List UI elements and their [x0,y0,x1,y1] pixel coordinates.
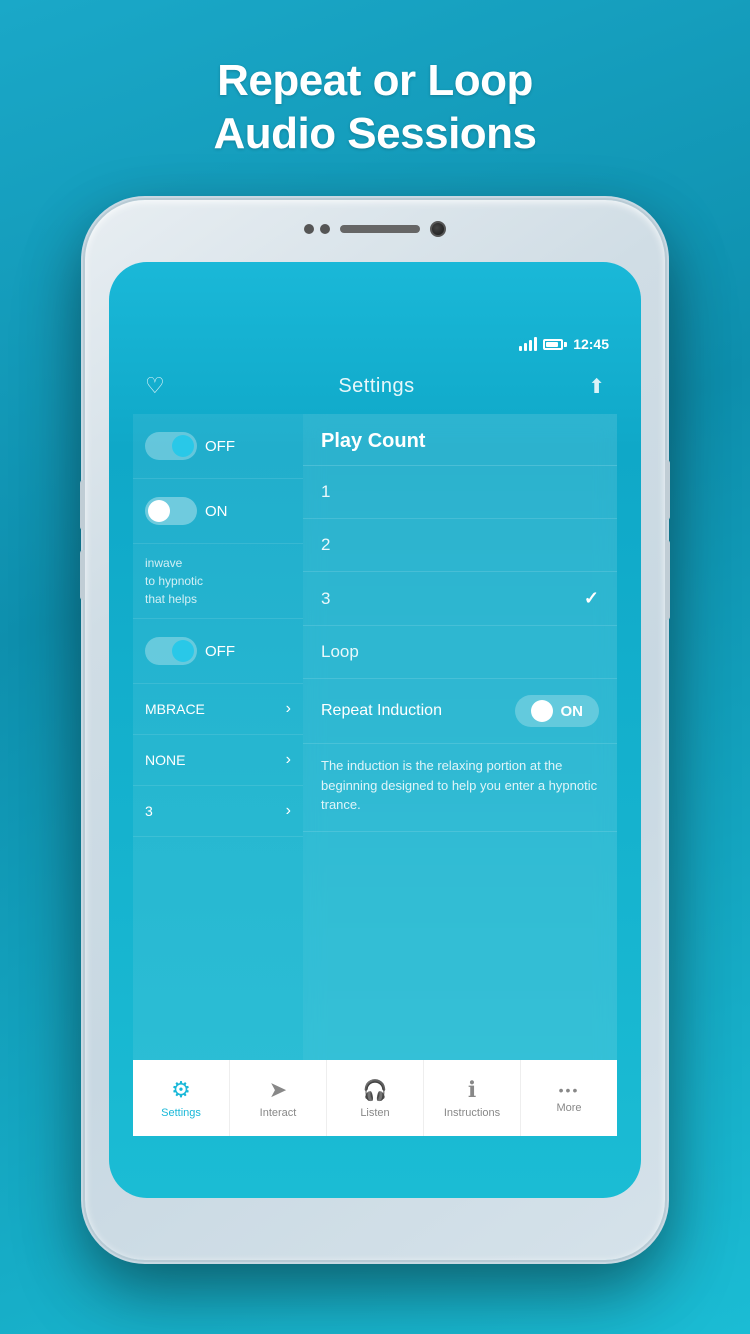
chevron-icon: › [286,802,291,820]
toggle-track-3 [145,637,197,665]
status-bar: 12:45 [133,332,617,356]
play-count-value: 2 [321,535,330,555]
toggle-label-3: OFF [205,643,235,660]
share-icon[interactable]: ⬆ [588,374,605,399]
count-nav[interactable]: 3 › [133,786,303,837]
repeat-induction-label: Repeat Induction [321,702,442,720]
repeat-toggle[interactable]: ON [515,695,600,727]
nav-label-listen: Listen [360,1107,389,1119]
volume-up-button [80,480,85,530]
interact-icon: ➤ [269,1077,287,1103]
description-text: The induction is the relaxing portion at… [321,758,597,812]
loop-value: Loop [321,642,359,662]
page-title: Repeat or Loop Audio Sessions [0,0,750,161]
battery-icon [543,339,567,350]
nav-settings[interactable]: ⚙ Settings [133,1060,230,1136]
nav-label-more: More [556,1102,581,1114]
repeat-induction-row[interactable]: Repeat Induction ON [303,679,617,744]
toggle-track [145,432,197,460]
play-count-item-2[interactable]: 2 [303,519,617,572]
play-count-value: 1 [321,482,330,502]
none-label: NONE [145,752,185,768]
none-nav[interactable]: NONE › [133,735,303,786]
camera-dots [304,224,330,234]
instructions-icon: ℹ [468,1077,476,1103]
toggle-knob-on [531,700,553,722]
on-text: ON [561,703,584,720]
toggle-off-row: OFF [133,414,303,479]
status-time: 12:45 [573,336,609,352]
listen-icon: 🎧 [363,1078,388,1103]
left-panel: OFF ON inwave to hypnotic th [133,414,303,1118]
camera-dot [320,224,330,234]
nav-label-settings: Settings [161,1107,201,1119]
induction-description: The induction is the relaxing portion at… [303,744,617,832]
toggle-switch-3[interactable]: OFF [145,637,235,665]
content-area: OFF ON inwave to hypnotic th [133,414,617,1118]
app-header: ♡ Settings ⬆ [133,360,617,412]
camera-dot [304,224,314,234]
mbrace-label: MBRACE [145,701,205,717]
chevron-icon: › [286,751,291,769]
phone-screen: 12:45 ♡ Settings ⬆ OFF [109,262,641,1198]
play-count-item-3[interactable]: 3 ✓ [303,572,617,626]
speaker-grille [340,225,420,233]
play-count-item-1[interactable]: 1 [303,466,617,519]
toggle-label-1: OFF [205,438,235,455]
volume-button [665,540,670,620]
more-icon: ••• [559,1082,580,1098]
phone-shell: 12:45 ♡ Settings ⬆ OFF [85,200,665,1260]
volume-down-button [80,550,85,600]
camera-lens [430,221,446,237]
phone-top-bar [265,218,485,240]
play-count-header: Play Count [303,414,617,466]
nav-interact[interactable]: ➤ Interact [230,1060,327,1136]
nav-listen[interactable]: 🎧 Listen [327,1060,424,1136]
count-label: 3 [145,803,153,819]
nav-label-interact: Interact [260,1107,297,1119]
screen-title: Settings [338,375,414,398]
toggle-switch-1[interactable]: OFF [145,432,235,460]
toggle-track-2 [145,497,197,525]
toggle-off-row-2: OFF [133,619,303,684]
play-count-loop[interactable]: Loop [303,626,617,679]
mbrace-nav[interactable]: MBRACE › [133,684,303,735]
bottom-nav: ⚙ Settings ➤ Interact 🎧 Listen ℹ Instruc… [133,1060,617,1136]
settings-icon: ⚙ [171,1077,191,1103]
toggle-on-row: ON [133,479,303,544]
selected-checkmark: ✓ [584,588,599,609]
left-description: inwave to hypnotic that helps [133,544,303,619]
right-panel: Play Count 1 2 3 ✓ Loop Repeat [303,414,617,1118]
chevron-icon: › [286,700,291,718]
nav-instructions[interactable]: ℹ Instructions [424,1060,521,1136]
play-count-value: 3 [321,589,330,609]
signal-icon [519,337,537,351]
nav-more[interactable]: ••• More [521,1060,617,1136]
toggle-switch-2[interactable]: ON [145,497,228,525]
toggle-label-2: ON [205,503,228,520]
favorite-icon[interactable]: ♡ [145,373,165,399]
power-button [665,460,670,520]
nav-label-instructions: Instructions [444,1107,500,1119]
play-count-title: Play Count [321,430,425,452]
